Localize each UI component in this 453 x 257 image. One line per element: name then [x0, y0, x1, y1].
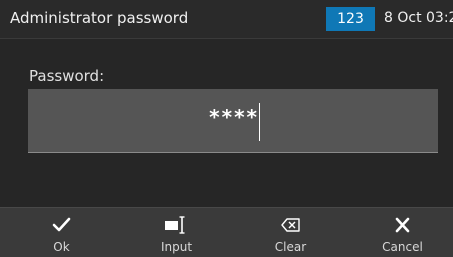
- backspace-icon: [234, 214, 347, 236]
- cancel-button[interactable]: Cancel: [346, 208, 453, 257]
- clear-button-label: Clear: [274, 240, 307, 254]
- input-mode-icon: [120, 214, 233, 236]
- page-title: Administrator password: [10, 9, 189, 27]
- input-button-label: Input: [160, 240, 193, 254]
- softkey-bar: Ok Input Clear Cancel: [0, 207, 453, 257]
- password-dialog-screen: Administrator password 123 8 Oct 03:23 P…: [0, 0, 453, 257]
- datetime-display: 8 Oct 03:23: [384, 10, 453, 26]
- clear-button[interactable]: Clear: [234, 208, 347, 257]
- header-bar: Administrator password 123 8 Oct 03:23: [0, 0, 453, 39]
- password-label: Password:: [29, 67, 105, 85]
- text-cursor: [259, 103, 260, 141]
- input-button[interactable]: Input: [120, 208, 233, 257]
- checkmark-icon: [5, 214, 118, 236]
- password-input[interactable]: ****: [28, 89, 438, 153]
- ok-button-label: Ok: [53, 240, 70, 254]
- input-mode-badge[interactable]: 123: [326, 7, 375, 31]
- password-masked-value: ****: [209, 105, 259, 129]
- ok-button[interactable]: Ok: [5, 208, 118, 257]
- close-icon: [346, 214, 453, 236]
- cancel-button-label: Cancel: [382, 240, 423, 254]
